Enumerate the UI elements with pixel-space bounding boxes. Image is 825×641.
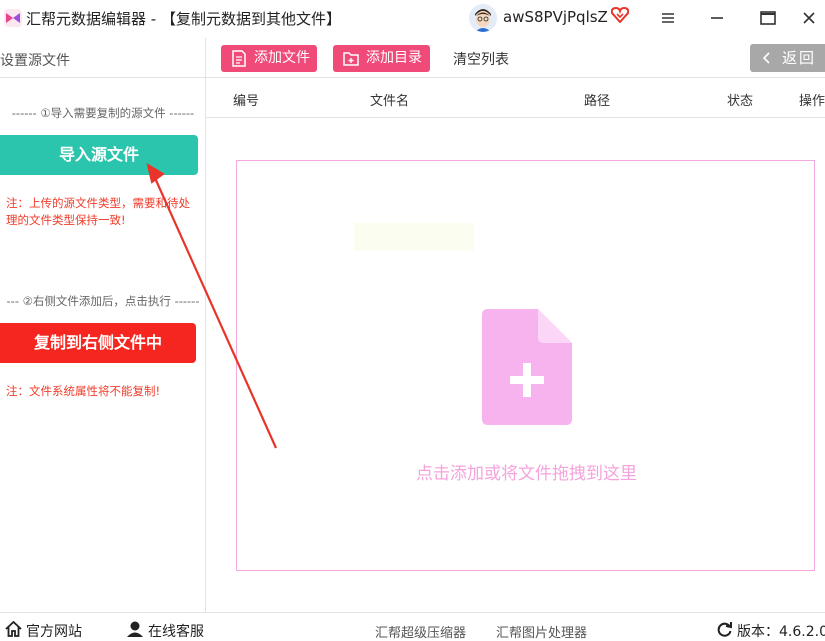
panel-title: 设置源文件 xyxy=(0,53,70,69)
window-title: 汇帮元数据编辑器 - 【复制元数据到其他文件】 xyxy=(26,10,341,28)
minimize-icon[interactable] xyxy=(705,6,729,30)
column-header-filename: 文件名 xyxy=(370,94,410,109)
clear-list-button[interactable]: 清空列表 xyxy=(453,49,509,69)
step-one-hint: ------ ①导入需要复制的源文件 ------ xyxy=(11,106,195,120)
column-header-actions: 操作 xyxy=(799,94,825,109)
import-source-button[interactable]: 导入源文件 xyxy=(0,135,198,175)
add-file-icon xyxy=(232,50,246,67)
maximize-icon[interactable] xyxy=(756,6,780,30)
panel-header: 设置源文件 xyxy=(0,38,205,78)
file-drop-zone[interactable]: 点击添加或将文件拖拽到这里 xyxy=(236,160,815,571)
back-label: 返回 xyxy=(782,49,817,67)
compressor-link[interactable]: 汇帮超级压缩器 xyxy=(375,622,466,641)
attributes-note: 注：文件系统属性将不能复制! xyxy=(6,384,161,398)
refresh-icon xyxy=(717,622,732,637)
add-folder-icon xyxy=(343,52,359,66)
file-table-header: 编号 文件名 路径 状态 操作 xyxy=(206,78,825,118)
back-button[interactable]: 返回 xyxy=(750,44,825,72)
home-icon xyxy=(5,621,22,637)
image-tool-link[interactable]: 汇帮图片处理器 xyxy=(496,622,587,641)
username[interactable]: awS8PVjPqlsZ xyxy=(503,8,608,26)
online-support-link[interactable]: 在线客服 xyxy=(148,621,204,641)
column-header-path: 路径 xyxy=(584,94,611,109)
avatar[interactable] xyxy=(469,4,497,32)
drop-hint: 点击添加或将文件拖拽到这里 xyxy=(416,464,637,484)
heart-diamond-icon[interactable] xyxy=(611,7,629,23)
source-type-note: 注：上传的源文件类型，需要和待处理的文件类型保持一致! xyxy=(6,196,190,227)
toolbar: 添加文件 添加目录 清空列表 返回 xyxy=(206,38,825,78)
add-file-label: 添加文件 xyxy=(254,50,310,66)
add-directory-label: 添加目录 xyxy=(366,50,422,66)
column-header-number: 编号 xyxy=(233,94,260,109)
column-header-status: 状态 xyxy=(727,94,754,109)
title-bar: 汇帮元数据编辑器 - 【复制元数据到其他文件】 awS8PVjPqlsZ xyxy=(0,0,825,38)
add-directory-button[interactable]: 添加目录 xyxy=(333,45,430,72)
close-icon[interactable] xyxy=(797,6,821,30)
add-file-button[interactable]: 添加文件 xyxy=(221,45,317,72)
menu-icon[interactable] xyxy=(656,6,680,30)
customer-service-icon xyxy=(127,621,143,637)
official-website-link[interactable]: 官方网站 xyxy=(26,621,82,641)
chevron-left-icon xyxy=(762,52,770,64)
step-two-hint: --- ②右侧文件添加后，点击执行 ------ xyxy=(6,294,200,308)
app-logo-icon xyxy=(4,9,22,27)
faint-highlight xyxy=(354,223,474,251)
file-add-icon xyxy=(482,309,572,425)
version-label: 版本：4.6.2.0 xyxy=(737,624,825,640)
copy-to-files-button[interactable]: 复制到右侧文件中 xyxy=(0,323,196,363)
status-bar: 官方网站 在线客服 汇帮超级压缩器 汇帮图片处理器 版本：4.6.2.0 xyxy=(0,612,825,641)
source-file-panel: 设置源文件 ------ ①导入需要复制的源文件 ------ 导入源文件 注：… xyxy=(0,38,206,612)
